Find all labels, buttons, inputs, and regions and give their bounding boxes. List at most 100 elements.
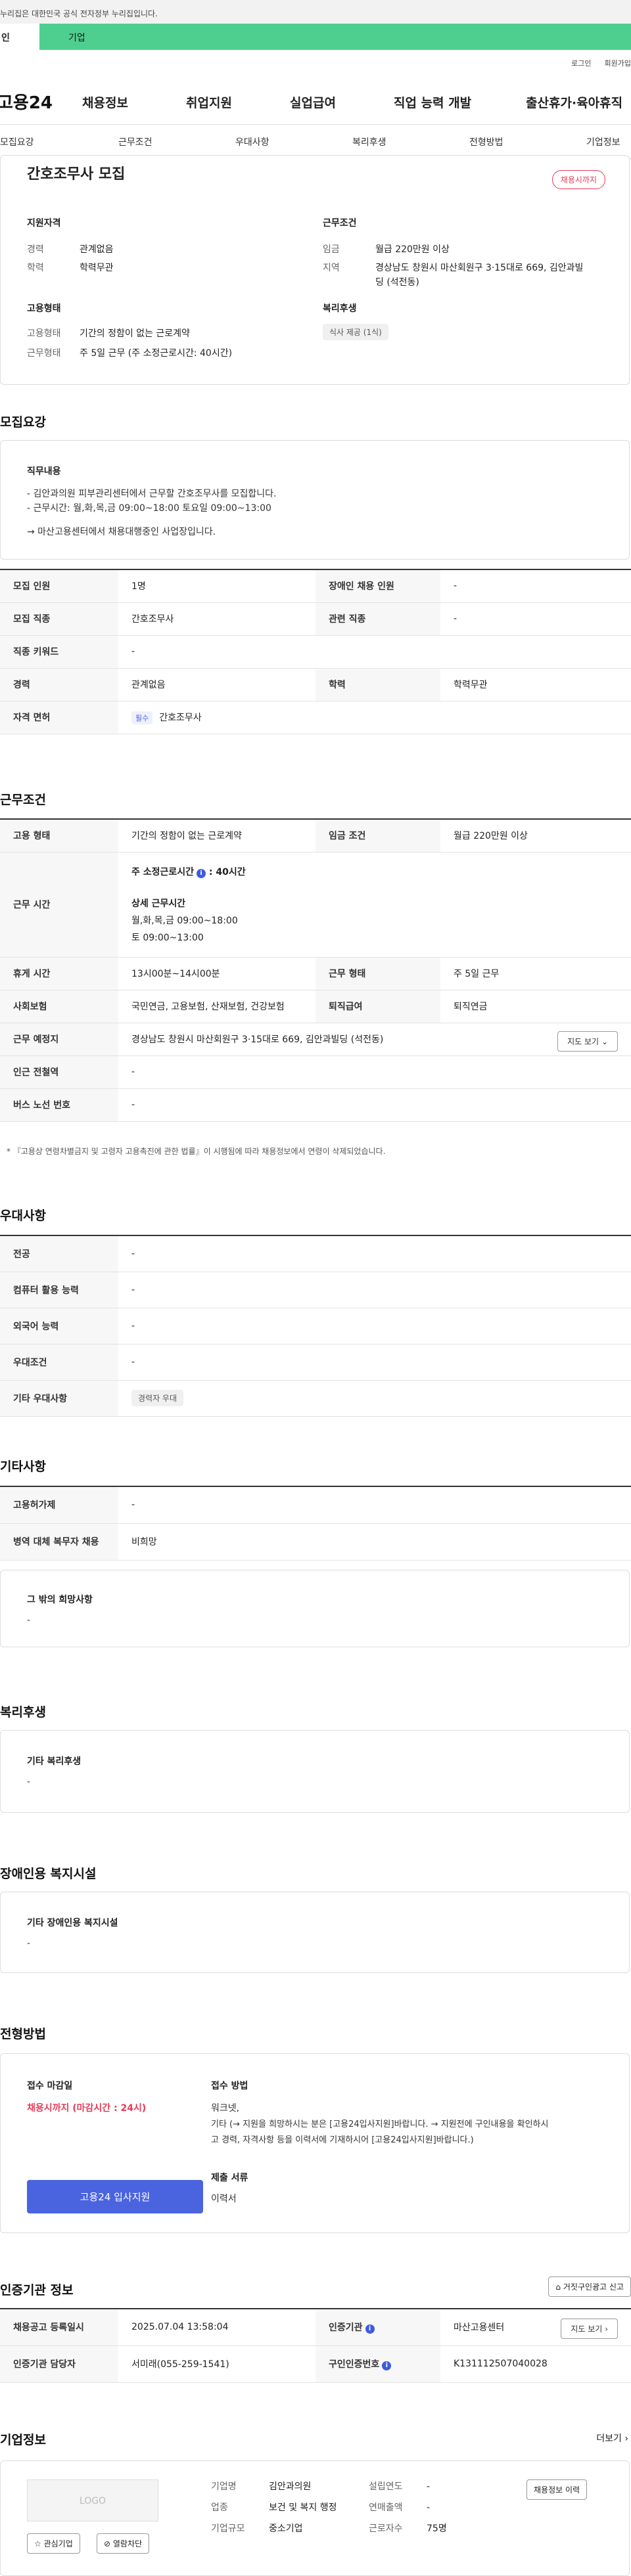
location-row-2: 딩 (석전동)	[375, 277, 419, 288]
table-row: 컴퓨터 활용 능력 -	[0, 1272, 631, 1308]
table-row: 근무 시간 주 소정근로시간 i : 40시간 상세 근무시간 월,화,목,금 0…	[0, 852, 631, 958]
megaphone-icon: ⌂	[555, 2282, 561, 2292]
weekly-hours: 주 소정근로시간 i : 40시간	[131, 867, 246, 878]
subnav-pref[interactable]: 우대사항	[235, 135, 269, 148]
chevron-right-icon: ›	[624, 2433, 628, 2444]
history-button[interactable]: 채용정보 이력	[526, 2479, 588, 2500]
company-section-title: 기업정보	[0, 2433, 46, 2447]
star-icon: ☆	[34, 2539, 41, 2548]
info-icon[interactable]: i	[365, 2324, 375, 2334]
etc-table: 고용허가제 - 병역 대체 복무자 채용 비희망	[0, 1486, 631, 1561]
welfare-title: 복리후생	[323, 303, 357, 314]
other-wish-value: -	[27, 1615, 31, 1626]
etc-section-title: 기타사항	[0, 1459, 46, 1474]
cert-map-button[interactable]: 지도 보기 ›	[561, 2319, 618, 2339]
disab-box-value: -	[27, 1938, 31, 1949]
career-row: 경력 관계없음	[27, 244, 114, 255]
gov-banner: 누리집은 대한민국 공식 전자정부 누리집입니다.	[0, 0, 631, 24]
company-name-row: 기업명 김안과의원	[211, 2481, 312, 2492]
global-nav: 고용24 채용정보 취업지원 실업급여 직업 능력 개발 출산휴가·육아휴직	[0, 79, 631, 125]
disab-box-title: 기타 장애인용 복지시설	[27, 1918, 118, 1928]
workcond-section-title: 근무조건	[0, 793, 46, 807]
employees-row: 근로자수 75명	[369, 2523, 447, 2534]
deadline-title: 접수 마감일	[27, 2081, 73, 2091]
gnb-item-leave[interactable]: 출산휴가·육아휴직	[526, 93, 622, 111]
map-button[interactable]: 지도 보기 ⌄	[557, 1031, 618, 1052]
emp-title: 고용형태	[27, 303, 61, 314]
job-desc-title: 직무내용	[27, 466, 61, 477]
tab-company[interactable]: 기업	[39, 24, 85, 50]
method-line: 고 경력, 자격사항 등을 이력서에 기재하시어 [고용24입사지원]바랍니다.…	[211, 2135, 474, 2145]
table-row: 외국어 능력 -	[0, 1308, 631, 1344]
gnb-item-training[interactable]: 직업 능력 개발	[394, 93, 471, 111]
job-title: 간호조무사 모집	[27, 166, 126, 183]
welfare-section-title: 복리후생	[0, 1705, 46, 1720]
job-desc-line: → 마산고용센터에서 채용대행중인 사업장입니다.	[27, 527, 216, 537]
hours-detail: 월,화,목,금 09:00~18:00	[131, 916, 238, 926]
login-link[interactable]: 로그인	[571, 58, 591, 68]
section-subnav: 모집요강 근무조건 우대사항 복리후생 전형방법 기업정보	[0, 125, 631, 159]
subnav-welfare[interactable]: 복리후생	[352, 135, 386, 148]
location-row: 지역 경상남도 창원시 마산회원구 3·15대로 669, 김안과빌	[323, 263, 584, 273]
recruit-section-title: 모집요강	[0, 415, 46, 430]
report-button[interactable]: ⌂ 거짓구인광고 신고	[548, 2276, 631, 2297]
method-title: 접수 방법	[211, 2081, 248, 2091]
recruit-table: 모집 인원 1명 장애인 채용 인원 - 모집 직종 간호조무사 관련 직종 - 직종 키워…	[0, 569, 631, 734]
table-row: 휴게 시간 13시00분~14시00분 근무 형태 주 5일 근무	[0, 957, 631, 990]
method-line: 기타 (→ 지원을 희망하시는 분은 [고용24입사지원]바랍니다. → 지원전…	[211, 2120, 549, 2129]
table-row: 고용 형태 기간의 정함이 없는 근로계약 임금 조건 월급 220만원 이상	[0, 818, 631, 853]
tab-individual[interactable]: 인	[0, 24, 39, 50]
industry-row: 업종 보건 및 복지 행정	[211, 2502, 337, 2513]
info-icon[interactable]: i	[382, 2361, 392, 2370]
size-row: 기업규모 중소기업	[211, 2523, 303, 2534]
table-row: 우대조건 -	[0, 1344, 631, 1381]
gnb-item-jobs[interactable]: 채용정보	[82, 93, 128, 111]
docs-value: 이력서	[211, 2194, 237, 2204]
table-row: 인증기관 담당자 서미래(055-259-1541) 구인인증번호 i K1311125…	[0, 2345, 631, 2383]
table-row: 모집 인원 1명 장애인 채용 인원 -	[0, 569, 631, 603]
other-wish-title: 그 밖의 희망사항	[27, 1595, 93, 1605]
job-desc-line: - 근무시간: 월,화,목,금 09:00~18:00 토요일 09:00~13…	[27, 503, 271, 514]
worktype-row: 근무형태 주 5일 근무 (주 소정근로시간: 40시간)	[27, 348, 233, 359]
table-row: 직종 키워드 -	[0, 635, 631, 669]
disab-section-title: 장애인용 복지시설	[0, 1867, 97, 1881]
welfare-chip: 식사 제공 (1식)	[323, 324, 388, 340]
company-logo: LOGO	[27, 2479, 158, 2521]
fav-company-button[interactable]: ☆ 관심기업	[27, 2533, 80, 2554]
join-link[interactable]: 회원가입	[605, 58, 631, 68]
hours-detail: 토 09:00~13:00	[131, 933, 204, 943]
required-chip: 필수	[131, 711, 153, 724]
table-row: 기타 우대사항 경력자 우대	[0, 1380, 631, 1417]
subnav-company[interactable]: 기업정보	[586, 135, 620, 148]
job-desc-box: 직무내용 - 김안과의원 피부관리센터에서 근무할 간호조무사를 모집합니다. …	[0, 440, 630, 560]
gnb-item-unemployment[interactable]: 실업급여	[290, 93, 336, 111]
table-row: 자격 면허 필수 간호조무사	[0, 701, 631, 734]
docs-title: 제출 서류	[211, 2173, 248, 2183]
more-link[interactable]: 더보기 ›	[596, 2432, 628, 2445]
table-row: 전공 -	[0, 1235, 631, 1272]
edu-row: 학력 학력무관	[27, 263, 114, 273]
qual-title: 지원자격	[27, 218, 61, 229]
subnav-select[interactable]: 전형방법	[469, 135, 503, 148]
subnav-workcond[interactable]: 근무조건	[118, 135, 152, 148]
site-logo[interactable]: 고용24	[0, 89, 53, 114]
table-row: 채용공고 등록일시 2025.07.04 13:58:04 인증기관 i 마산고용센터 지…	[0, 2308, 631, 2346]
cert-section-title: 인증기관 정보	[0, 2283, 74, 2298]
table-row: 사회보험 국민연금, 고용보험, 산재보험, 건강보험 퇴직급여 퇴직연금	[0, 990, 631, 1023]
apply-button[interactable]: 고용24 입사지원	[27, 2180, 203, 2213]
company-box: LOGO ☆ 관심기업 ⊘ 열람차단 기업명 김안과의원 업종 보건 및 복지 행정…	[0, 2460, 630, 2576]
chevron-down-icon: ⌄	[601, 1036, 608, 1046]
pref-table: 전공 - 컴퓨터 활용 능력 - 외국어 능력 - 우대조건 - 기타 우대사항 경력자 …	[0, 1235, 631, 1417]
sales-row: 연매출액 -	[369, 2502, 431, 2513]
table-row: 버스 노선 번호 -	[0, 1088, 631, 1122]
subnav-recruit[interactable]: 모집요강	[0, 135, 34, 148]
pref-chip: 경력자 우대	[131, 1390, 184, 1406]
age-note: * 『고용상 연령차별금지 및 고령자 고용촉진에 관한 법률』이 시행됨에 따…	[7, 1147, 386, 1156]
block-button[interactable]: ⊘ 열람차단	[97, 2533, 150, 2554]
emptype-row: 고용형태 기간의 정함이 없는 근로계약	[27, 328, 190, 339]
info-icon[interactable]: i	[197, 869, 206, 878]
table-row: 고용허가제 -	[0, 1486, 631, 1524]
method-line: 워크넷,	[211, 2103, 240, 2114]
table-row: 근무 예정지 경상남도 창원시 마산회원구 3·15대로 669, 김안과빌딩 (…	[0, 1023, 631, 1056]
gnb-item-support[interactable]: 취업지원	[186, 93, 232, 111]
